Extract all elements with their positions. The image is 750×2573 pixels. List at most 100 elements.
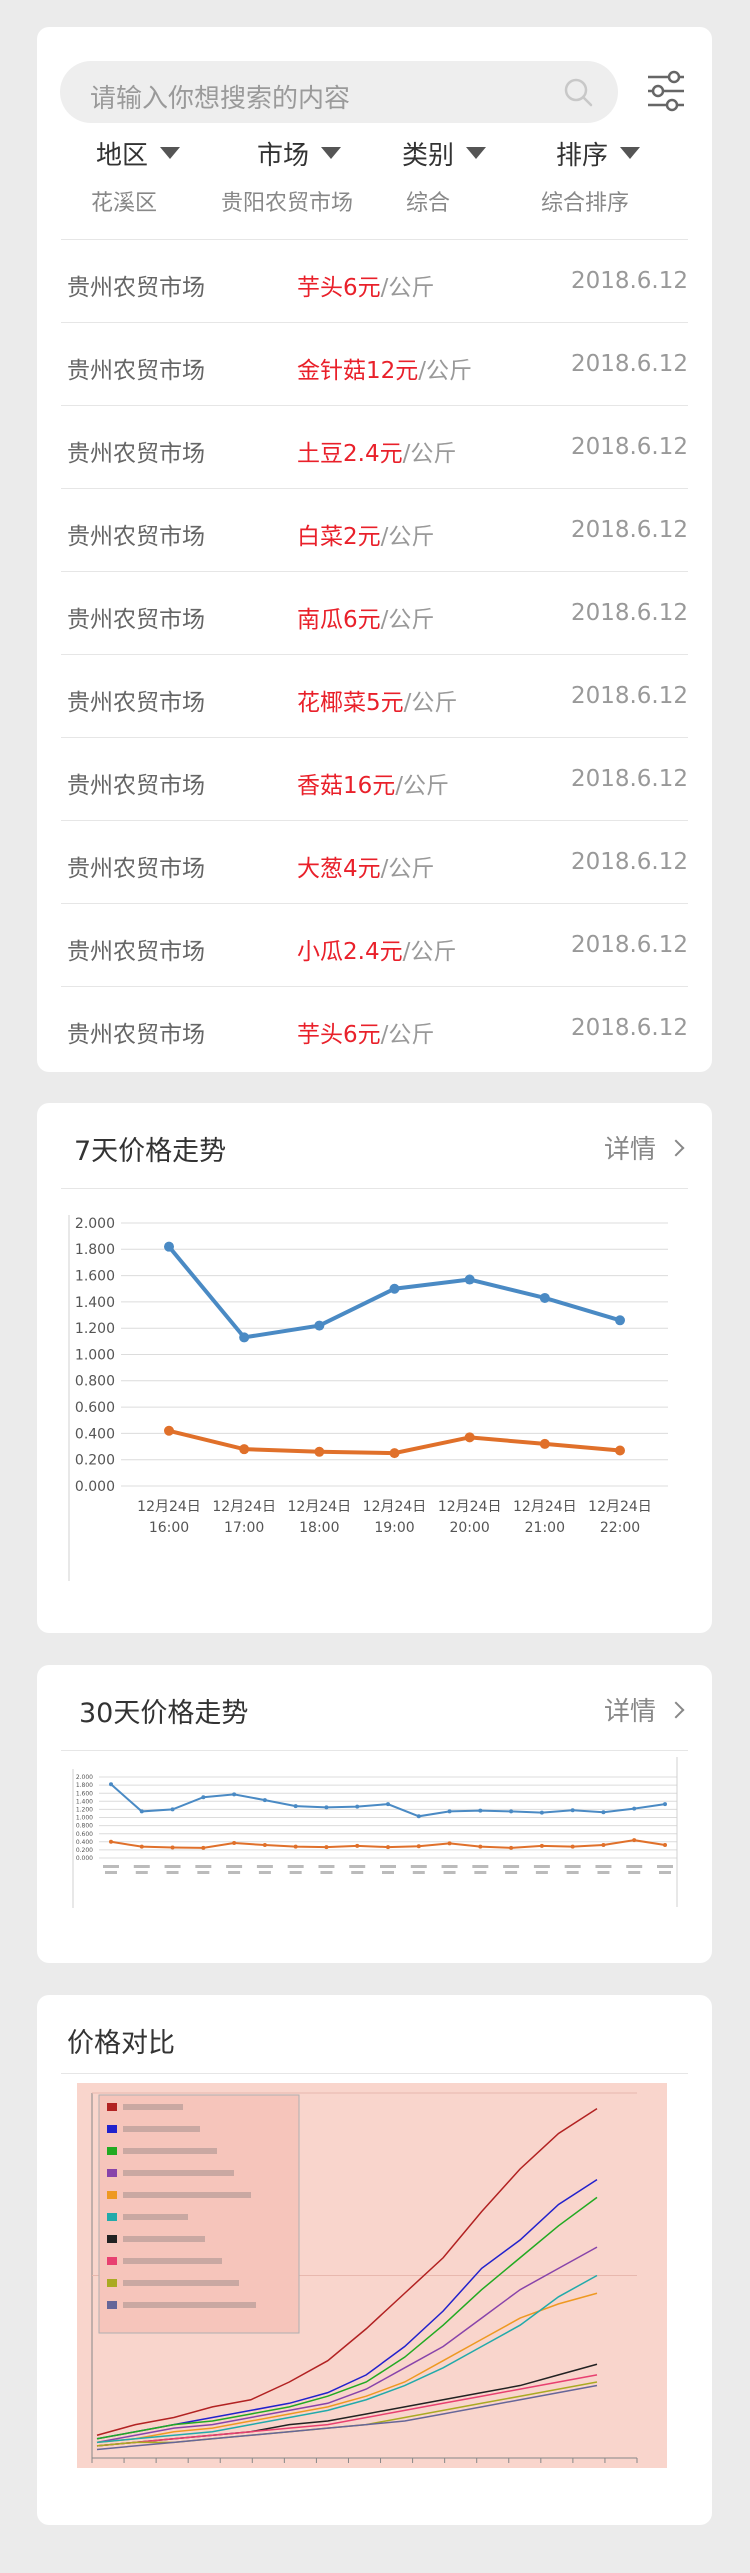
price-compare-title: 价格对比 <box>67 2028 175 2059</box>
x-tick-mark <box>597 1871 610 1874</box>
legend-entry <box>123 2148 217 2154</box>
legend-entry <box>123 2236 205 2242</box>
y-tick-label: 0.000 <box>75 1479 115 1495</box>
list-item[interactable]: 贵州农贸市场 南瓜6元/公斤 2018.6.12 <box>61 571 688 654</box>
filter-market-value: 贵阳农贸市场 <box>221 191 354 216</box>
x-tick-mark <box>228 1871 241 1874</box>
y-tick-label: 0.000 <box>76 1855 93 1862</box>
x-tick-mark <box>628 1871 641 1874</box>
legend-swatch <box>107 2191 117 2199</box>
date: 2018.6.12 <box>570 517 688 543</box>
date: 2018.6.12 <box>570 683 688 709</box>
list-item[interactable]: 贵州农贸市场 土豆2.4元/公斤 2018.6.12 <box>61 405 688 488</box>
x-tick-label: 16:00 <box>149 1520 189 1536</box>
data-point <box>478 1844 483 1849</box>
filter-sort-value: 综合排序 <box>541 191 630 216</box>
market-name: 贵州农贸市场 <box>67 441 205 467</box>
data-point <box>355 1843 360 1848</box>
filter-settings-icon[interactable] <box>646 69 686 113</box>
data-point <box>164 1241 174 1252</box>
data-point <box>632 1806 637 1811</box>
list-item[interactable]: 贵州农贸市场 芋头6元/公斤 2018.6.12 <box>61 986 688 1069</box>
data-point <box>170 1807 175 1812</box>
data-point <box>109 1839 113 1844</box>
data-point <box>293 1804 298 1809</box>
data-point <box>386 1802 390 1807</box>
filter-region[interactable]: 地区 <box>96 133 181 173</box>
x-tick-mark <box>256 1865 273 1868</box>
date: 2018.6.12 <box>570 1015 688 1041</box>
list-item[interactable]: 贵州农贸市场 大葱4元/公斤 2018.6.12 <box>61 820 688 903</box>
x-tick-mark <box>318 1865 335 1868</box>
data-point <box>464 1432 475 1443</box>
search-input[interactable]: 请输入你想搜索的内容 <box>60 61 618 123</box>
caret-down-icon <box>321 147 342 159</box>
date: 2018.6.12 <box>570 932 688 958</box>
market-name: 贵州农贸市场 <box>67 524 205 550</box>
data-point <box>539 1438 550 1449</box>
y-tick-label: 1.400 <box>76 1798 93 1805</box>
y-tick-label: 0.200 <box>76 1847 93 1854</box>
data-point <box>447 1841 452 1846</box>
x-tick-mark <box>258 1871 271 1874</box>
y-tick-label: 1.800 <box>76 1782 93 1789</box>
x-tick-mark <box>564 1865 581 1868</box>
data-point <box>324 1845 329 1850</box>
price-compare-chart <box>77 2083 667 2468</box>
y-tick-label: 2.000 <box>76 1774 93 1781</box>
x-tick-label: 20:00 <box>449 1520 489 1536</box>
filter-category-value: 综合 <box>406 191 451 216</box>
legend-entry <box>123 2126 200 2132</box>
market-name: 贵州农贸市场 <box>67 856 205 882</box>
filter-market[interactable]: 市场 <box>257 133 342 173</box>
trend-7day-detail-link[interactable]: 详情 <box>604 1129 685 1166</box>
x-tick-mark <box>595 1865 612 1868</box>
x-tick-mark <box>412 1871 425 1874</box>
list-item[interactable]: 贵州农贸市场 芋头6元/公斤 2018.6.12 <box>61 239 688 322</box>
y-tick-label: 0.600 <box>76 1831 93 1838</box>
x-tick-mark <box>349 1865 366 1868</box>
x-tick-mark <box>659 1871 671 1874</box>
y-tick-label: 1.800 <box>75 1242 115 1258</box>
trend-30day-detail-link[interactable]: 详情 <box>604 1691 685 1728</box>
item-price: 土豆2.4元/公斤 <box>297 441 457 467</box>
filter-category-label: 类别 <box>402 140 455 171</box>
series-line <box>110 1783 666 1818</box>
search-icon[interactable] <box>562 76 594 108</box>
y-tick-label: 1.200 <box>76 1807 93 1814</box>
item-price: 白菜2元/公斤 <box>297 524 435 550</box>
list-item[interactable]: 贵州农贸市场 花椰菜5元/公斤 2018.6.12 <box>61 654 688 737</box>
x-tick-label: 17:00 <box>224 1520 264 1536</box>
x-tick-label: 12月24日 <box>513 1499 577 1515</box>
x-tick-mark <box>441 1865 458 1868</box>
list-item[interactable]: 贵州农贸市场 小瓜2.4元/公斤 2018.6.12 <box>61 903 688 986</box>
trend-30day-card: 30天价格走势 详情 0.000 0.200 0.400 0.600 0.800 1.00… <box>37 1665 712 1963</box>
date: 2018.6.12 <box>570 268 688 294</box>
x-tick-mark <box>105 1871 117 1874</box>
list-item[interactable]: 贵州农贸市场 香菇16元/公斤 2018.6.12 <box>61 737 688 820</box>
x-tick-mark <box>133 1865 150 1868</box>
x-tick-mark <box>197 1871 210 1874</box>
legend-swatch <box>107 2103 117 2111</box>
legend <box>98 2094 300 2334</box>
list-item[interactable]: 贵州农贸市场 金针菇12元/公斤 2018.6.12 <box>61 322 688 405</box>
data-point <box>389 1283 400 1294</box>
x-tick-label: 12月24日 <box>588 1499 652 1515</box>
x-tick-label: 19:00 <box>374 1520 414 1536</box>
filter-category[interactable]: 类别 <box>402 133 487 173</box>
market-name: 贵州农贸市场 <box>67 773 205 799</box>
date: 2018.6.12 <box>570 849 688 875</box>
trend-7day-chart: 0.000 0.200 0.400 0.600 0.800 1.000 1.200 1.400… <box>68 1215 668 1581</box>
filter-sort[interactable]: 排序 <box>556 133 641 173</box>
chevron-right-icon <box>667 1139 685 1156</box>
y-tick-label: 1.600 <box>75 1269 115 1285</box>
item-price: 芋头6元/公斤 <box>297 275 435 301</box>
data-point <box>601 1810 606 1815</box>
x-tick-label: 12月24日 <box>288 1499 352 1515</box>
list-item[interactable]: 贵州农贸市场 白菜2元/公斤 2018.6.12 <box>61 488 688 571</box>
data-point <box>509 1809 514 1814</box>
x-tick-mark <box>287 1865 304 1868</box>
legend-swatch <box>107 2169 117 2177</box>
item-price: 大葱4元/公斤 <box>297 856 435 882</box>
data-point <box>539 1843 544 1848</box>
